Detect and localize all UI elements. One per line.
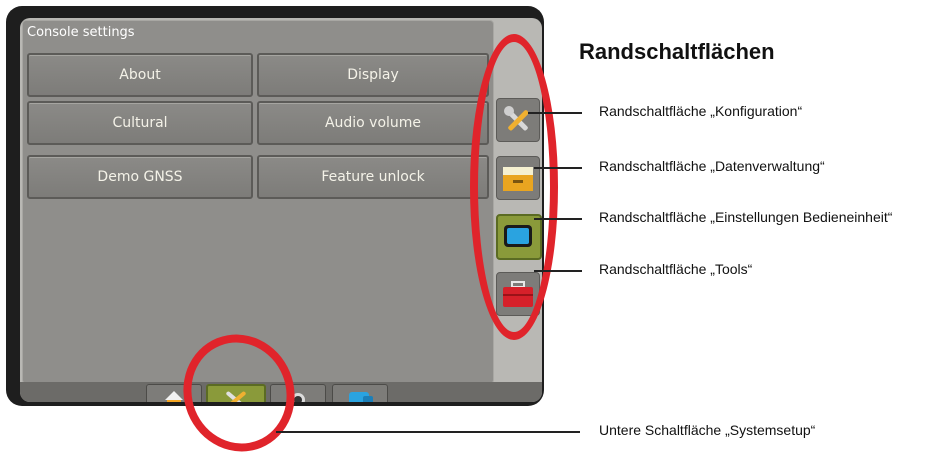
guidance-tab[interactable] xyxy=(332,384,388,402)
leader-line-tools xyxy=(534,270,582,272)
callout-console-settings: Randschaltfläche „Einstellungen Bedienei… xyxy=(599,209,893,225)
leader-line-console-settings xyxy=(534,218,582,220)
callout-data-management: Randschaltfläche „Datenverwaltung“ xyxy=(599,158,825,174)
console-settings-panel: Console settings About Display Cultural … xyxy=(22,20,494,384)
leader-line-system-setup xyxy=(276,431,580,433)
leader-line-data-management xyxy=(534,167,582,169)
leader-line-configuration xyxy=(528,112,582,114)
callout-system-setup: Untere Schaltfläche „Systemsetup“ xyxy=(599,422,816,438)
demo-gnss-button[interactable]: Demo GNSS xyxy=(27,155,253,199)
display-button[interactable]: Display xyxy=(257,53,489,97)
side-buttons-highlight-ring xyxy=(470,34,558,340)
callout-configuration: Randschaltfläche „Konfiguration“ xyxy=(599,103,803,119)
panel-title: Console settings xyxy=(27,25,135,40)
cultural-button[interactable]: Cultural xyxy=(27,101,253,145)
callout-tools: Randschaltfläche „Tools“ xyxy=(599,261,753,277)
annotation-heading: Randschaltflächen xyxy=(579,39,775,64)
console-bezel: Console settings About Display Cultural … xyxy=(6,6,544,406)
feature-unlock-button[interactable]: Feature unlock xyxy=(257,155,489,199)
guidance-icon xyxy=(349,392,373,402)
audio-volume-button[interactable]: Audio volume xyxy=(257,101,489,145)
about-button[interactable]: About xyxy=(27,53,253,97)
console-screen: Console settings About Display Cultural … xyxy=(20,18,542,402)
